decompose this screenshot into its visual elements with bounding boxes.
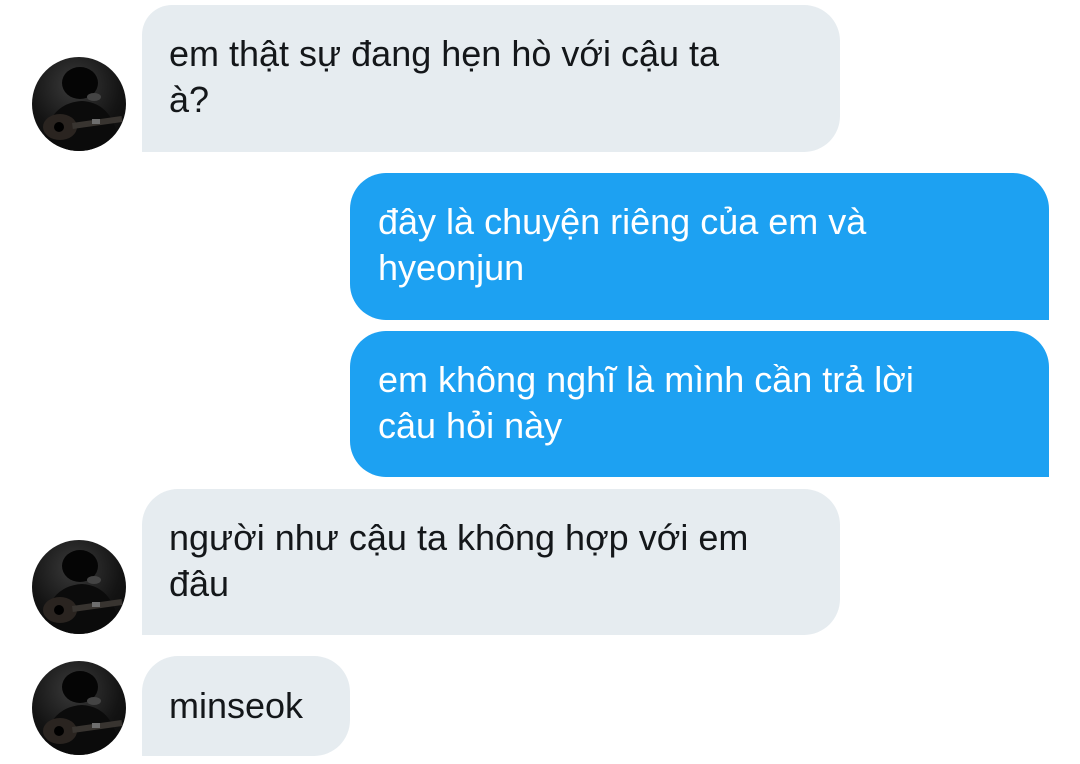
avatar[interactable]: [32, 661, 126, 755]
chat-screen: { "colors": { "incoming_bubble": "#e6ecf…: [0, 0, 1080, 764]
message-bubble-incoming[interactable]: em thật sự đang hẹn hò với cậu ta à?: [142, 5, 840, 152]
profile-photo-guitar-icon: [42, 550, 123, 634]
profile-photo-guitar-icon: [42, 671, 123, 755]
avatar[interactable]: [32, 540, 126, 634]
message-bubble-outgoing[interactable]: đây là chuyện riêng của em và hyeonjun: [350, 173, 1049, 320]
message-bubble-outgoing[interactable]: em không nghĩ là mình cần trả lời câu hỏ…: [350, 331, 1049, 477]
avatar[interactable]: [32, 57, 126, 151]
profile-photo-guitar-icon: [42, 67, 123, 151]
message-bubble-incoming[interactable]: người như cậu ta không hợp với em đâu: [142, 489, 840, 635]
message-bubble-incoming[interactable]: minseok: [142, 656, 350, 756]
